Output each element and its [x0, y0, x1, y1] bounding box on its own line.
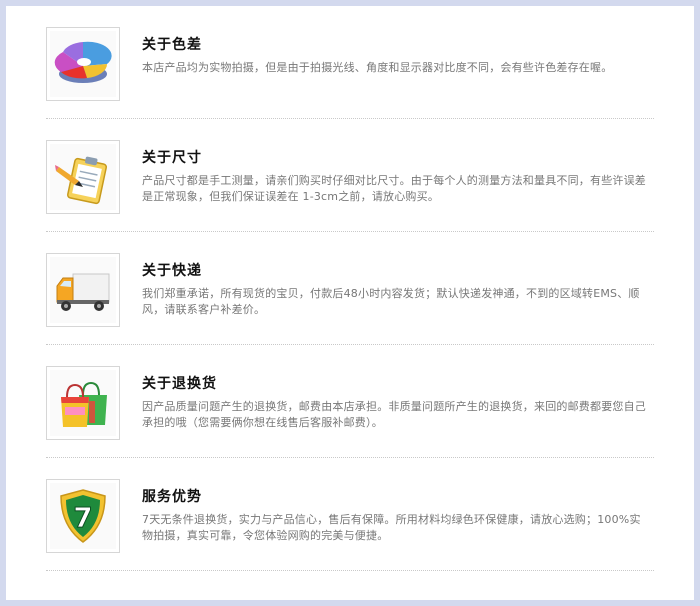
seven-day-shield-icon: 7: [60, 489, 106, 543]
list-item-size: 关于尺寸 产品尺寸都是手工测量，请亲们购买时仔细对比尺寸。由于每个人的测量方法和…: [46, 119, 654, 232]
list-item-returns: 关于退换货 因产品质量问题产生的退换货，邮费由本店承担。非质量问题所产生的退换货…: [46, 345, 654, 458]
list-item-service: 7 服务优势 7天无条件退换货，实力与产品信心，售后有保障。所用材料均绿色环保健…: [46, 458, 654, 571]
thumbnail-frame: 7: [46, 479, 120, 553]
thumbnail-frame: [46, 253, 120, 327]
thumbnail-frame: [46, 140, 120, 214]
item-title: 关于快递: [142, 263, 202, 279]
thumbnail-frame: [46, 27, 120, 101]
item-title: 关于退换货: [142, 376, 217, 392]
thumbnail-frame: [46, 366, 120, 440]
list-item-delivery: 关于快递 我们郑重承诺，所有现货的宝贝，付款后48小时内容发货；默认快递发神通，…: [46, 232, 654, 345]
item-description: 7天无条件退换货，实力与产品信心，售后有保障。所用材料均绿色环保健康，请放心选购…: [142, 513, 641, 542]
item-description: 因产品质量问题产生的退换货，邮费由本店承担。非质量问题所产生的退换货，来回的邮费…: [142, 400, 646, 429]
badge-number: 7: [73, 501, 92, 534]
item-description: 我们郑重承诺，所有现货的宝贝，付款后48小时内容发货；默认快递发神通，不到的区域…: [142, 287, 640, 316]
item-description: 本店产品均为实物拍摄，但是由于拍摄光线、角度和显示器对比度不同，会有些许色差存在…: [142, 61, 613, 74]
clipboard-pencil-icon: [55, 156, 108, 205]
color-wheel-icon: [54, 41, 112, 83]
item-description: 产品尺寸都是手工测量，请亲们购买时仔细对比尺寸。由于每个人的测量方法和量具不同，…: [142, 174, 646, 203]
list-item-color: 关于色差 本店产品均为实物拍摄，但是由于拍摄光线、角度和显示器对比度不同，会有些…: [46, 6, 654, 119]
delivery-truck-icon: [56, 273, 110, 311]
shopping-bags-icon: [61, 381, 107, 427]
item-title: 关于尺寸: [142, 150, 202, 166]
item-title: 关于色差: [142, 37, 202, 53]
service-info-panel: 关于色差 本店产品均为实物拍摄，但是由于拍摄光线、角度和显示器对比度不同，会有些…: [6, 6, 694, 600]
item-title: 服务优势: [142, 489, 202, 505]
